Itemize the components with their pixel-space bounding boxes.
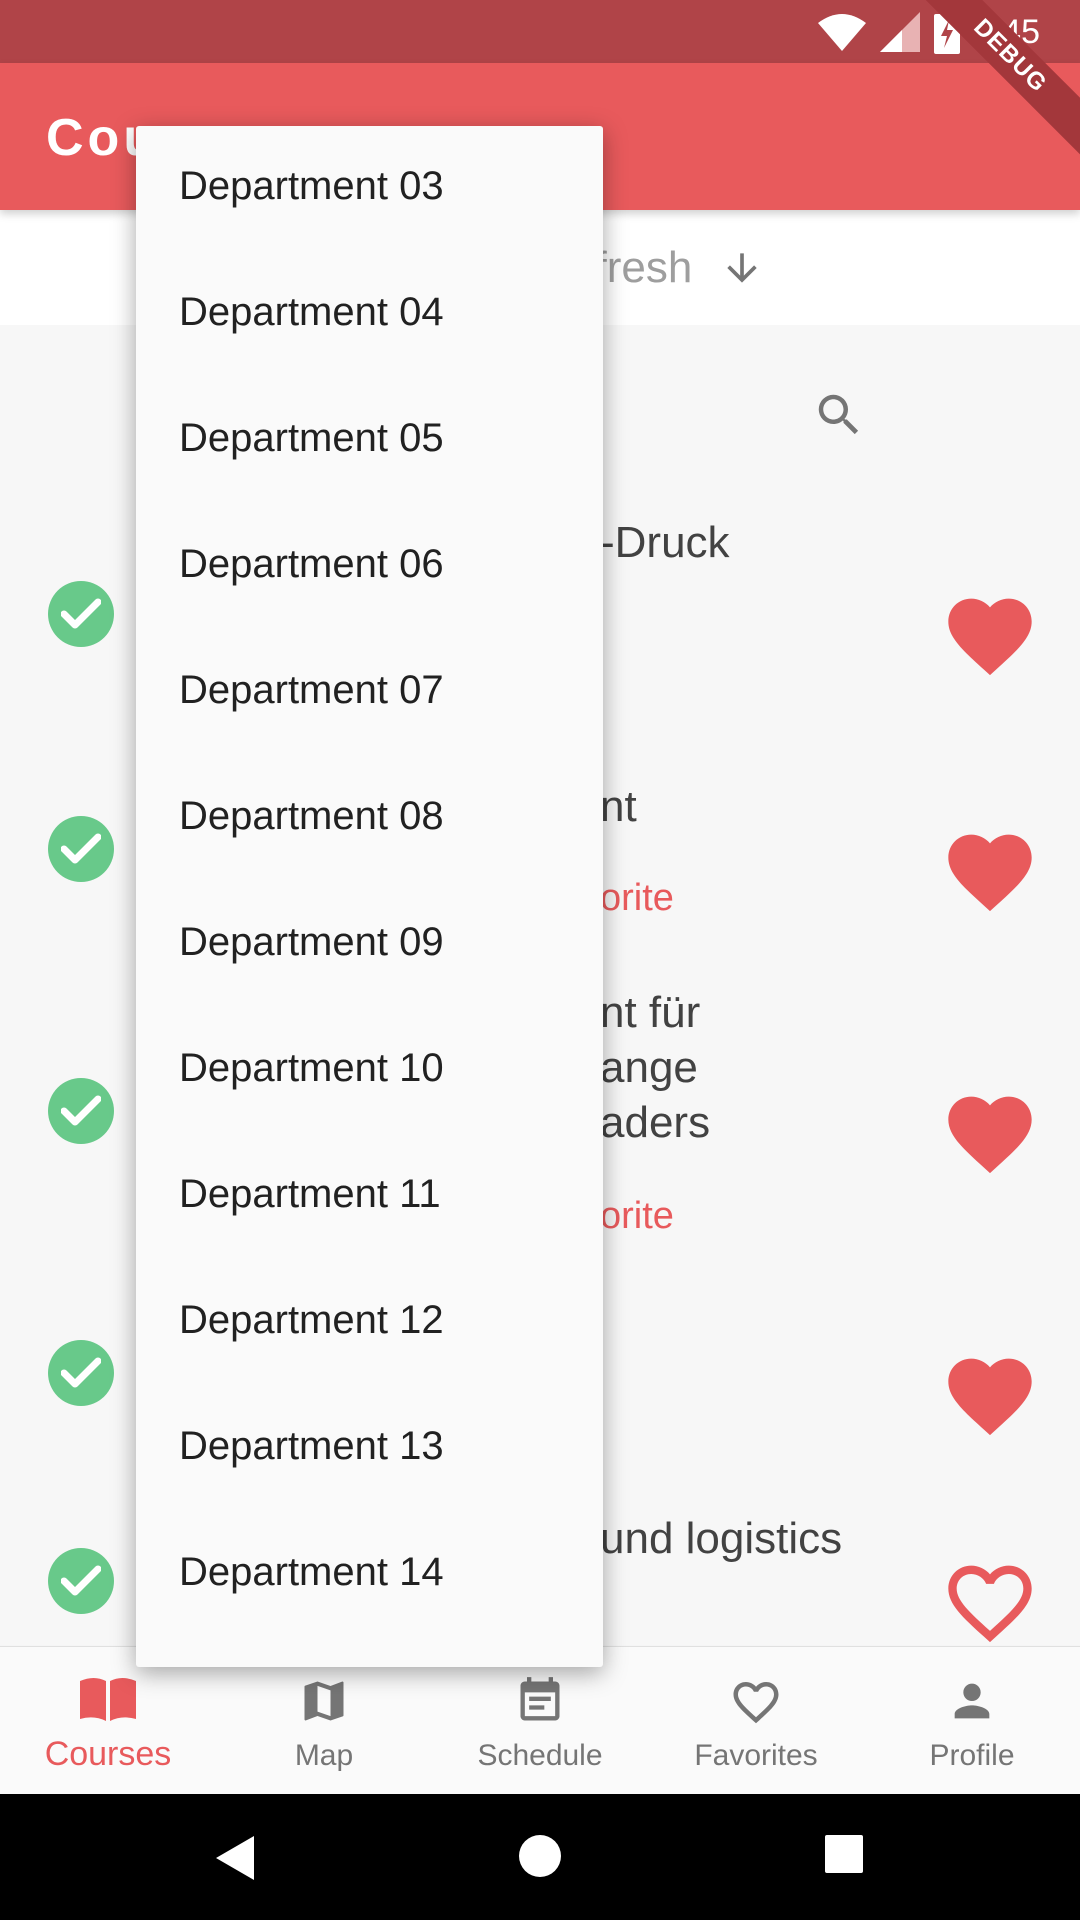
home-icon[interactable] xyxy=(518,1834,562,1878)
dropdown-item-label: Department 04 xyxy=(179,290,444,334)
recents-icon[interactable] xyxy=(824,1834,864,1874)
wifi-icon xyxy=(817,14,866,51)
course-title: -Druck xyxy=(600,518,730,567)
heart-outline-icon xyxy=(733,1682,779,1724)
heart-filled-icon[interactable] xyxy=(940,1084,1040,1176)
back-icon[interactable] xyxy=(214,1834,256,1882)
dropdown-item-label: Department 10 xyxy=(179,1046,444,1090)
dropdown-item-label: Department 09 xyxy=(179,920,444,964)
dropdown-item-department-14[interactable]: Department 14 xyxy=(136,1512,603,1638)
check-icon xyxy=(48,1548,114,1614)
heart-filled-icon[interactable] xyxy=(940,822,1040,914)
heart-outline-icon[interactable] xyxy=(940,1553,1040,1645)
dropdown-item-department-11[interactable]: Department 11 xyxy=(136,1134,603,1260)
status-bar: 9:45 xyxy=(0,0,1080,63)
search-icon[interactable] xyxy=(812,388,866,442)
nav-favorites[interactable]: Favorites xyxy=(648,1647,864,1795)
dropdown-item-department-10[interactable]: Department 10 xyxy=(136,1008,603,1134)
bottom-navigation: Courses Map Schedule Favorites Profile xyxy=(0,1646,1080,1794)
dropdown-item-department-05[interactable]: Department 05 xyxy=(136,378,603,504)
dropdown-item-department-13[interactable]: Department 13 xyxy=(136,1386,603,1512)
nav-label: Favorites xyxy=(694,1739,818,1772)
heart-filled-icon[interactable] xyxy=(940,586,1040,678)
dropdown-item-label: Department 12 xyxy=(179,1298,444,1342)
nav-courses[interactable]: Courses xyxy=(0,1647,216,1795)
dropdown-item-department-03[interactable]: Department 03 xyxy=(136,126,603,252)
dropdown-item-department-07[interactable]: Department 07 xyxy=(136,630,603,756)
check-icon xyxy=(48,1078,114,1144)
dropdown-item-label: Department 03 xyxy=(179,164,444,208)
course-title-line: ange xyxy=(600,1043,698,1092)
nav-label: Profile xyxy=(929,1739,1015,1772)
nav-label: Map xyxy=(294,1739,354,1772)
course-title-line: aders xyxy=(600,1098,711,1147)
favorite-label: orite xyxy=(600,877,674,919)
person-icon xyxy=(954,1683,990,1719)
check-icon xyxy=(48,581,114,647)
dropdown-item-department-09[interactable]: Department 09 xyxy=(136,882,603,1008)
calendar-icon xyxy=(520,1677,560,1721)
nav-map[interactable]: Map xyxy=(216,1647,432,1795)
dropdown-item-label: Department 05 xyxy=(179,416,444,460)
favorite-label: orite xyxy=(600,1195,674,1237)
dropdown-item-department-08[interactable]: Department 08 xyxy=(136,756,603,882)
nav-label: Schedule xyxy=(477,1739,603,1772)
course-title-line: nt für xyxy=(600,988,701,1037)
dropdown-item-label: Department 13 xyxy=(179,1424,444,1468)
dropdown-item-department-04[interactable]: Department 04 xyxy=(136,252,603,378)
map-icon xyxy=(304,1681,344,1721)
nav-profile[interactable]: Profile xyxy=(864,1647,1080,1795)
arrow-down-icon xyxy=(727,253,757,283)
check-icon xyxy=(48,816,114,882)
book-open-icon xyxy=(80,1678,136,1721)
course-title: und logistics xyxy=(600,1514,843,1563)
dropdown-item-department-06[interactable]: Department 06 xyxy=(136,504,603,630)
dropdown-item-department-12[interactable]: Department 12 xyxy=(136,1260,603,1386)
nav-label: Courses xyxy=(44,1735,172,1773)
dropdown-item-label: Department 11 xyxy=(179,1172,441,1216)
dropdown-item-label: Department 08 xyxy=(179,794,444,838)
nav-schedule[interactable]: Schedule xyxy=(432,1647,648,1795)
dropdown-item-label: Department 06 xyxy=(179,542,444,586)
dropdown-item-label: Department 14 xyxy=(179,1550,444,1594)
course-title: nt xyxy=(600,782,637,831)
heart-filled-icon[interactable] xyxy=(940,1346,1040,1438)
dropdown-item-label: Department 07 xyxy=(179,668,444,712)
check-icon xyxy=(48,1340,114,1406)
system-navigation-bar xyxy=(0,1794,1080,1920)
signal-icon xyxy=(879,12,920,52)
department-dropdown-menu: Department 03 Department 04 Department 0… xyxy=(136,126,603,1667)
